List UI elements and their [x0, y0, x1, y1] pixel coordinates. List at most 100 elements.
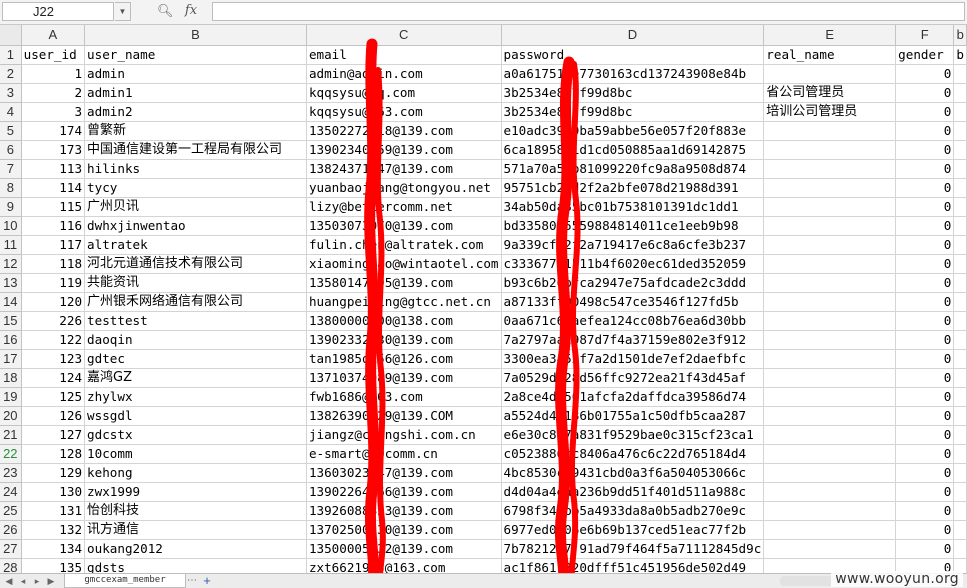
cell-gender[interactable]: 0 — [895, 482, 955, 502]
cell-user-id[interactable]: 129 — [21, 463, 86, 483]
cell-user-id[interactable]: 117 — [21, 235, 86, 255]
cell-gender[interactable]: 0 — [895, 330, 955, 350]
row-header[interactable]: 4 — [0, 102, 22, 122]
cell-password[interactable]: c33367701511b4f6020ec61ded352059 — [501, 254, 765, 274]
row-header[interactable]: 15 — [0, 311, 22, 331]
cell-real-name[interactable] — [763, 406, 897, 426]
row-header[interactable]: 9 — [0, 197, 22, 217]
column-header-e[interactable]: E — [763, 25, 897, 46]
cell-email[interactable]: 13926088823@139.com — [306, 501, 502, 521]
cell-email[interactable]: tan1985qi56@126.com — [306, 349, 502, 369]
cell-user-id[interactable]: 3 — [21, 102, 86, 122]
cell-real-name[interactable] — [763, 311, 897, 331]
cell-gender[interactable]: 0 — [895, 463, 955, 483]
cell-real-name[interactable] — [763, 539, 897, 559]
cell-user-name[interactable]: 10comm — [84, 444, 307, 464]
cell-user-id[interactable]: 134 — [21, 539, 86, 559]
row-header[interactable]: 28 — [0, 558, 22, 573]
row-header[interactable]: 16 — [0, 330, 22, 350]
cell-gender[interactable]: 0 — [895, 216, 955, 236]
cell-empty[interactable] — [953, 368, 967, 388]
cell-real-name[interactable] — [763, 64, 897, 84]
cell-user-id[interactable]: 114 — [21, 178, 86, 198]
row-header[interactable]: 10 — [0, 216, 22, 236]
cell-empty[interactable] — [953, 159, 967, 179]
cell-email[interactable]: 13902332830@139.com — [306, 330, 502, 350]
cell-user-name[interactable]: 嘉鸿GZ — [84, 368, 307, 388]
cell-password[interactable]: 7a0529dc28d56ffc9272ea21f43d45af — [501, 368, 765, 388]
select-all-corner[interactable] — [0, 25, 22, 46]
cell-empty[interactable] — [953, 330, 967, 350]
cell-email[interactable]: 13603023047@139.com — [306, 463, 502, 483]
cell-gender[interactable]: 0 — [895, 159, 955, 179]
row-header[interactable]: 26 — [0, 520, 22, 540]
cell-password[interactable]: 6ca1895821d1cd050885aa1d69142875 — [501, 140, 765, 160]
cell-gender[interactable]: 0 — [895, 387, 955, 407]
row-header[interactable]: 2 — [0, 64, 22, 84]
cell-user-id[interactable]: 226 — [21, 311, 86, 331]
cell-email[interactable]: huangpeiying@gtcc.net.cn — [306, 292, 502, 312]
cell-real-name[interactable] — [763, 178, 897, 198]
cell-empty[interactable] — [953, 520, 967, 540]
cell-email[interactable]: 13502272118@139.com — [306, 121, 502, 141]
cell-email[interactable]: yuanbaojiang@tongyou.net — [306, 178, 502, 198]
cell-password[interactable]: c0523886cc8406a476c6c22d765184d4 — [501, 444, 765, 464]
cell-gender[interactable]: 0 — [895, 311, 955, 331]
cell-real-name[interactable] — [763, 273, 897, 293]
column-header-c[interactable]: C — [306, 25, 502, 46]
cell-user-name[interactable]: 中国通信建设第一工程局有限公司 — [84, 140, 307, 160]
cell-gender[interactable]: 0 — [895, 273, 955, 293]
row-header[interactable]: 18 — [0, 368, 22, 388]
row-header[interactable]: 1 — [0, 45, 22, 65]
cell-real-name[interactable]: 培训公司管理员 — [763, 102, 897, 122]
row-header[interactable]: 25 — [0, 501, 22, 521]
cell-real-name[interactable] — [763, 140, 897, 160]
cell-user-id[interactable]: 119 — [21, 273, 86, 293]
cell-user-name[interactable]: admin — [84, 64, 307, 84]
cell-gender[interactable]: 0 — [895, 539, 955, 559]
cell-user-name[interactable]: admin2 — [84, 102, 307, 122]
cell-empty[interactable] — [953, 216, 967, 236]
cell-user-id[interactable]: 124 — [21, 368, 86, 388]
cell-password[interactable]: 7a2797aac987d7f4a37159e802e3f912 — [501, 330, 765, 350]
cell-real-name[interactable] — [763, 216, 897, 236]
cell-real-name[interactable] — [763, 121, 897, 141]
sheet-list-icon[interactable]: ⋯ — [186, 574, 198, 588]
cell-empty[interactable] — [953, 254, 967, 274]
cell-empty[interactable] — [953, 463, 967, 483]
column-header-b[interactable]: B — [84, 25, 307, 46]
cell-gender[interactable]: 0 — [895, 254, 955, 274]
cell-real-name[interactable] — [763, 292, 897, 312]
cell-user-id[interactable]: 116 — [21, 216, 86, 236]
row-header[interactable]: 13 — [0, 273, 22, 293]
cell-password[interactable]: 3300ea3452f7a2d1501de7ef2daefbfc — [501, 349, 765, 369]
cell-email[interactable]: 13902340159@139.com — [306, 140, 502, 160]
row-header[interactable]: 6 — [0, 140, 22, 160]
cell-empty[interactable] — [953, 292, 967, 312]
row-header[interactable]: 23 — [0, 463, 22, 483]
cell-password[interactable]: e10adc3949ba59abbe56e057f20f883e — [501, 121, 765, 141]
cell-user-name[interactable]: 河北元道通信技术有限公司 — [84, 254, 307, 274]
row-header[interactable]: 8 — [0, 178, 22, 198]
cell-email[interactable]: zxt6621995@163.com — [306, 558, 502, 573]
cell-user-id[interactable]: 113 — [21, 159, 86, 179]
fx-icon[interactable]: fx — [181, 3, 201, 19]
field-header-password[interactable]: password — [501, 45, 765, 65]
cell-user-id[interactable]: 135 — [21, 558, 86, 573]
cell-password[interactable]: 0aa671c66aefea124cc08b76ea6d30bb — [501, 311, 765, 331]
cell-email[interactable]: lizy@bettercomm.net — [306, 197, 502, 217]
cell-password[interactable]: 3b2534e837f99d8bc — [501, 102, 765, 122]
cell-empty[interactable] — [953, 178, 967, 198]
cell-gender[interactable]: 0 — [895, 520, 955, 540]
cell-empty[interactable] — [953, 425, 967, 445]
cell-email[interactable]: kqqsysu@qq.com — [306, 83, 502, 103]
cell-gender[interactable]: 0 — [895, 178, 955, 198]
cell-password[interactable]: 6798f346bb5a4933da8a0b5adb270e9c — [501, 501, 765, 521]
cell-real-name[interactable] — [763, 501, 897, 521]
cell-empty[interactable] — [953, 83, 967, 103]
row-header[interactable]: 3 — [0, 83, 22, 103]
cell-gender[interactable]: 0 — [895, 121, 955, 141]
cell-real-name[interactable] — [763, 330, 897, 350]
cell-user-name[interactable]: admin1 — [84, 83, 307, 103]
cell-user-name[interactable]: oukang2012 — [84, 539, 307, 559]
